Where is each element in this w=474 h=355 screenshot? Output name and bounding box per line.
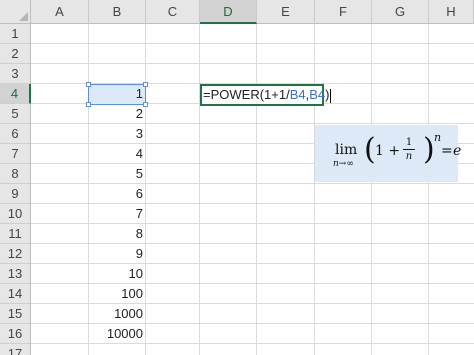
- limit-operator: lim: [335, 142, 358, 158]
- select-all-corner[interactable]: [0, 0, 31, 24]
- row-header-11[interactable]: 11: [0, 224, 31, 244]
- cell-b8[interactable]: 5: [89, 164, 146, 184]
- row-header-15[interactable]: 15: [0, 304, 31, 324]
- left-parenthesis: (: [364, 132, 376, 167]
- cell-d4-formula-editor[interactable]: =POWER(1+1/B4,B4): [200, 84, 332, 106]
- gridline-horizontal: [31, 43, 474, 44]
- formula-prefix: =POWER(1+1/: [203, 87, 290, 102]
- cell-b9[interactable]: 6: [89, 184, 146, 204]
- fraction-denominator: n: [405, 151, 413, 162]
- fraction-numerator: 1: [405, 137, 413, 148]
- cell-b7[interactable]: 4: [89, 144, 146, 164]
- cell-b4[interactable]: 1: [89, 84, 146, 104]
- gridline-vertical: [314, 24, 315, 355]
- row-header-2[interactable]: 2: [0, 44, 31, 64]
- fraction-bar: [403, 149, 415, 150]
- row-header-3[interactable]: 3: [0, 64, 31, 84]
- one-plus-term: 1 +: [375, 143, 401, 159]
- cell-b12[interactable]: 9: [89, 244, 146, 264]
- row-header-12[interactable]: 12: [0, 244, 31, 264]
- fraction-one-over-n: 1 n: [403, 137, 415, 162]
- column-header-e[interactable]: E: [257, 0, 315, 24]
- row-header-1[interactable]: 1: [0, 24, 31, 44]
- gridline-vertical: [256, 24, 257, 355]
- column-header-d[interactable]: D: [200, 0, 257, 24]
- gridline-vertical: [428, 24, 429, 355]
- cell-b16[interactable]: 10000: [89, 324, 146, 344]
- cell-b14[interactable]: 100: [89, 284, 146, 304]
- row-header-4[interactable]: 4: [0, 84, 31, 104]
- gridline-horizontal: [31, 63, 474, 64]
- equals-sign: =: [441, 143, 453, 159]
- text-cursor: [330, 88, 332, 103]
- formula-reference-b4: B4: [289, 87, 306, 102]
- cell-b10[interactable]: 7: [89, 204, 146, 224]
- row-header-14[interactable]: 14: [0, 284, 31, 304]
- limit-subscript: n→∞: [333, 159, 354, 169]
- cell-b13[interactable]: 10: [89, 264, 146, 284]
- row-header-8[interactable]: 8: [0, 164, 31, 184]
- cell-b15[interactable]: 1000: [89, 304, 146, 324]
- column-header-h[interactable]: H: [429, 0, 474, 24]
- column-header-b[interactable]: B: [89, 0, 146, 24]
- cell-b11[interactable]: 8: [89, 224, 146, 244]
- row-header-7[interactable]: 7: [0, 144, 31, 164]
- formula-suffix: ): [325, 87, 330, 102]
- row-header-13[interactable]: 13: [0, 264, 31, 284]
- column-header-a[interactable]: A: [31, 0, 89, 24]
- select-all-triangle-icon: [19, 12, 28, 21]
- formula-reference-b4-second: B4: [309, 87, 326, 102]
- row-header-16[interactable]: 16: [0, 324, 31, 344]
- cell-b5[interactable]: 2: [89, 104, 146, 124]
- cell-b6[interactable]: 3: [89, 124, 146, 144]
- gridline-vertical: [371, 24, 372, 355]
- row-header-10[interactable]: 10: [0, 204, 31, 224]
- column-header-c[interactable]: C: [146, 0, 200, 24]
- gridline-vertical: [199, 24, 200, 355]
- euler-constant: e: [453, 143, 462, 159]
- row-header-17[interactable]: 17: [0, 344, 31, 355]
- column-header-g[interactable]: G: [372, 0, 429, 24]
- column-header-f[interactable]: F: [315, 0, 372, 24]
- row-header-6[interactable]: 6: [0, 124, 31, 144]
- limit-equation: lim n→∞ ( 1 + 1 n ) n = e: [333, 131, 461, 174]
- row-header-9[interactable]: 9: [0, 184, 31, 204]
- spreadsheet-grid: A B C D E F G H 1 2 3 4 5 6 7 8 9 10 11 …: [0, 0, 474, 355]
- right-parenthesis: ): [423, 132, 435, 167]
- row-header-5[interactable]: 5: [0, 104, 31, 124]
- equation-textbox[interactable]: lim n→∞ ( 1 + 1 n ) n = e: [315, 125, 461, 182]
